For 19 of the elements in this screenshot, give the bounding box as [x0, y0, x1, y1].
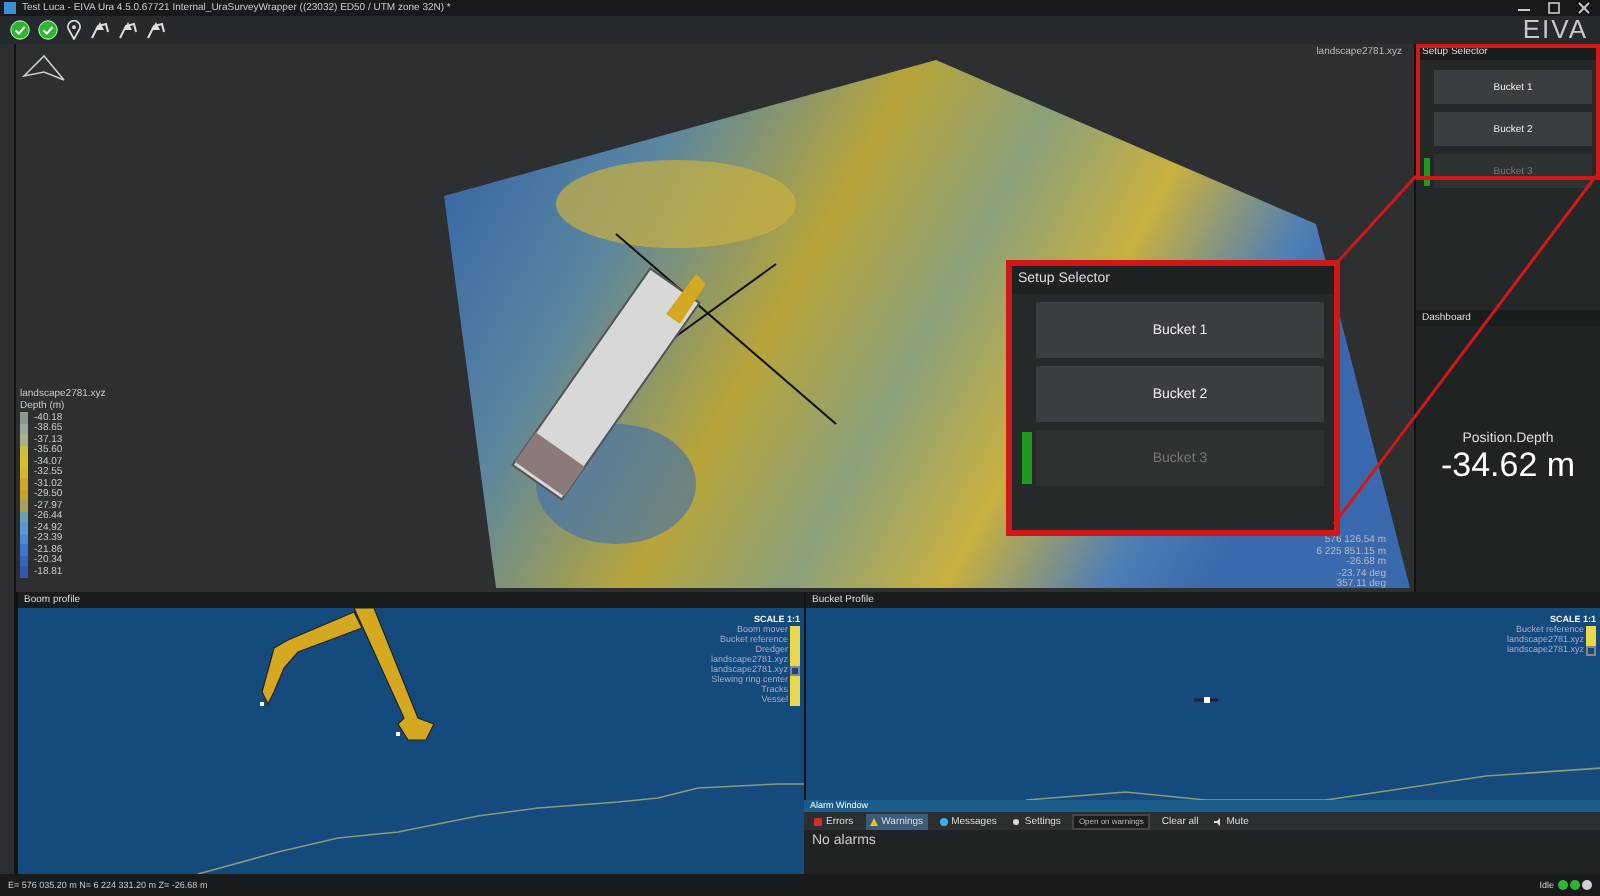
info-icon	[939, 817, 948, 825]
compass-icon	[21, 54, 65, 81]
speaker-icon	[1214, 817, 1223, 825]
close-icon[interactable]	[1576, 2, 1592, 14]
warning-icon	[869, 817, 878, 825]
pin-icon[interactable]	[66, 20, 82, 40]
bucket-marker-icon	[1194, 697, 1218, 703]
crane-icon[interactable]	[118, 20, 138, 40]
error-icon	[814, 817, 822, 825]
crane-icon[interactable]	[90, 20, 110, 40]
check-icon[interactable]	[10, 20, 30, 40]
crane-icon[interactable]	[146, 20, 166, 40]
settings-icon	[1012, 817, 1021, 825]
maximize-icon[interactable]	[1546, 2, 1562, 14]
check-icon[interactable]	[38, 20, 58, 40]
depth-value: -34.62 m	[1440, 446, 1576, 486]
app-icon	[4, 2, 16, 14]
checkbox[interactable]	[1586, 645, 1596, 656]
logo: EIVA	[1522, 16, 1588, 44]
